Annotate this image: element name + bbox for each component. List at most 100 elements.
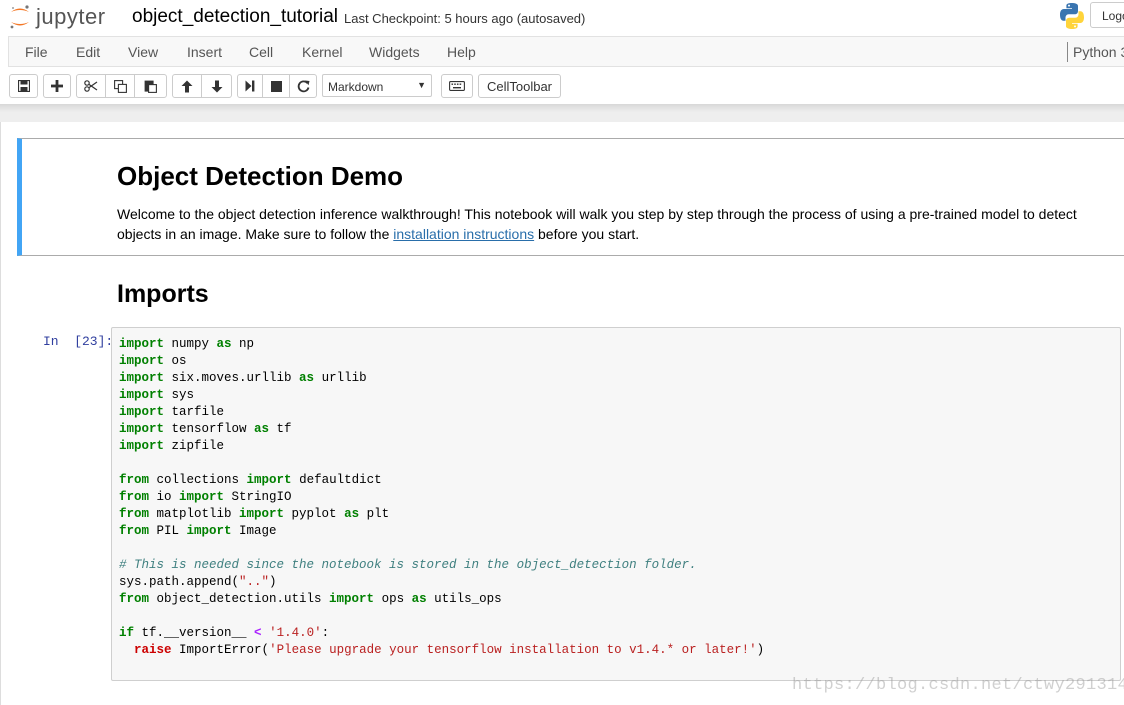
celltoolbar-button[interactable]: CellToolbar xyxy=(478,74,561,98)
step-forward-icon xyxy=(245,80,255,92)
menubar: File Edit View Insert Cell Kernel Widget… xyxy=(8,36,1124,67)
code-token: as xyxy=(216,337,232,351)
code-line: import sys xyxy=(119,387,764,404)
restart-kernel-button[interactable] xyxy=(289,74,317,98)
code-token: as xyxy=(299,371,315,385)
scissors-icon xyxy=(84,80,98,92)
installation-instructions-link[interactable]: installation instructions xyxy=(393,226,534,242)
code-line: # This is needed since the notebook is s… xyxy=(119,557,764,574)
menu-help[interactable]: Help xyxy=(447,44,476,60)
code-token: sys xyxy=(164,388,195,402)
copy-button[interactable] xyxy=(105,74,135,98)
code-token: from xyxy=(119,490,150,504)
code-token: sys.path.append( xyxy=(119,575,240,589)
code-token: import xyxy=(239,507,285,521)
code-editor[interactable]: import numpy as np import os import six.mo… xyxy=(119,336,764,659)
menu-insert[interactable]: Insert xyxy=(187,44,222,60)
save-icon xyxy=(17,80,30,92)
code-cell[interactable]: import numpy as np import os import six.mo… xyxy=(111,327,1121,681)
code-token: '1.4.0' xyxy=(269,626,322,640)
code-token: import xyxy=(119,371,165,385)
jupyter-logo-icon xyxy=(10,5,29,29)
arrow-down-icon xyxy=(211,80,222,92)
code-token: from xyxy=(119,524,150,538)
code-token: numpy xyxy=(164,337,217,351)
intro-text-end: before you start. xyxy=(534,226,640,242)
code-token: ops xyxy=(374,592,412,606)
code-token: import xyxy=(119,422,165,436)
code-token: import xyxy=(119,337,165,351)
code-token: import xyxy=(329,592,375,606)
menu-kernel[interactable]: Kernel xyxy=(302,44,342,60)
code-token: ) xyxy=(756,643,765,657)
menu-cell[interactable]: Cell xyxy=(249,44,273,60)
save-button[interactable] xyxy=(9,74,38,98)
kernel-separator xyxy=(1067,42,1068,62)
code-line: from collections import defaultdict xyxy=(119,472,764,489)
code-token: import xyxy=(119,405,165,419)
code-token: plt xyxy=(359,507,390,521)
input-prompt: In [23]: xyxy=(43,334,114,349)
menu-edit[interactable]: Edit xyxy=(76,44,100,60)
code-token: import xyxy=(186,524,232,538)
code-token: 'Please upgrade your tensorflow installa… xyxy=(269,643,757,657)
logout-button[interactable]: Logout xyxy=(1090,2,1124,28)
interrupt-kernel-button[interactable] xyxy=(262,74,290,98)
watermark: https://blog.csdn.net/ctwy291314 xyxy=(792,676,1124,695)
menu-file[interactable]: File xyxy=(25,44,48,60)
imports-heading: Imports xyxy=(117,280,209,308)
code-token: if xyxy=(119,626,135,640)
cell-type-value: Markdown xyxy=(328,80,384,94)
move-up-button[interactable] xyxy=(172,74,202,98)
jupyter-logo-text: jupyter xyxy=(36,4,106,29)
code-token: as xyxy=(411,592,427,606)
code-token: StringIO xyxy=(224,490,292,504)
code-token: import xyxy=(246,473,292,487)
move-down-button[interactable] xyxy=(201,74,232,98)
command-palette-button[interactable] xyxy=(441,74,473,98)
cut-button[interactable] xyxy=(76,74,106,98)
code-line: from object_detection.utils import ops a… xyxy=(119,591,764,608)
paste-button[interactable] xyxy=(134,74,167,98)
code-token: six.moves.urllib xyxy=(164,371,300,385)
code-token: urllib xyxy=(314,371,367,385)
code-token: raise xyxy=(134,643,172,657)
code-line: from io import StringIO xyxy=(119,489,764,506)
code-token: tensorflow xyxy=(164,422,255,436)
checkpoint-status: Last Checkpoint: 5 hours ago (autosaved) xyxy=(344,11,586,26)
notebook-heading: Object Detection Demo xyxy=(117,161,404,191)
menu-view[interactable]: View xyxy=(128,44,158,60)
refresh-icon xyxy=(297,80,309,92)
cell-type-select[interactable]: Markdown ▼ xyxy=(322,74,432,97)
code-token: ) xyxy=(269,575,277,589)
code-token: from xyxy=(119,507,150,521)
code-token: utils_ops xyxy=(426,592,502,606)
code-token: import xyxy=(179,490,225,504)
stop-icon xyxy=(270,80,282,92)
code-token: ".." xyxy=(239,575,270,589)
code-line: from PIL import Image xyxy=(119,523,764,540)
code-line: import tensorflow as tf xyxy=(119,421,764,438)
code-token: tarfile xyxy=(164,405,225,419)
notebook-title[interactable]: object_detection_tutorial xyxy=(132,6,338,28)
run-cell-button[interactable] xyxy=(237,74,263,98)
code-token: import xyxy=(119,388,165,402)
code-token: Image xyxy=(231,524,277,538)
code-token: < xyxy=(254,626,262,640)
python-logo-icon xyxy=(1060,3,1084,29)
main-toolbar: Markdown ▼ CellToolbar xyxy=(0,70,1124,102)
insert-cell-button[interactable] xyxy=(43,74,71,98)
copy-icon xyxy=(113,79,127,93)
code-line: import os xyxy=(119,353,764,370)
jupyter-logo[interactable]: jupyter xyxy=(8,3,106,31)
code-token: tf.__version__ xyxy=(134,626,255,640)
code-token: import xyxy=(119,354,165,368)
code-token: as xyxy=(254,422,270,436)
menu-widgets[interactable]: Widgets xyxy=(369,44,420,60)
code-token: zipfile xyxy=(164,439,225,453)
code-line: raise ImportError('Please upgrade your t… xyxy=(119,642,764,659)
notebook-header: jupyter object_detection_tutorial Last C… xyxy=(0,0,1124,104)
code-token: : xyxy=(321,626,330,640)
code-token: as xyxy=(344,507,360,521)
